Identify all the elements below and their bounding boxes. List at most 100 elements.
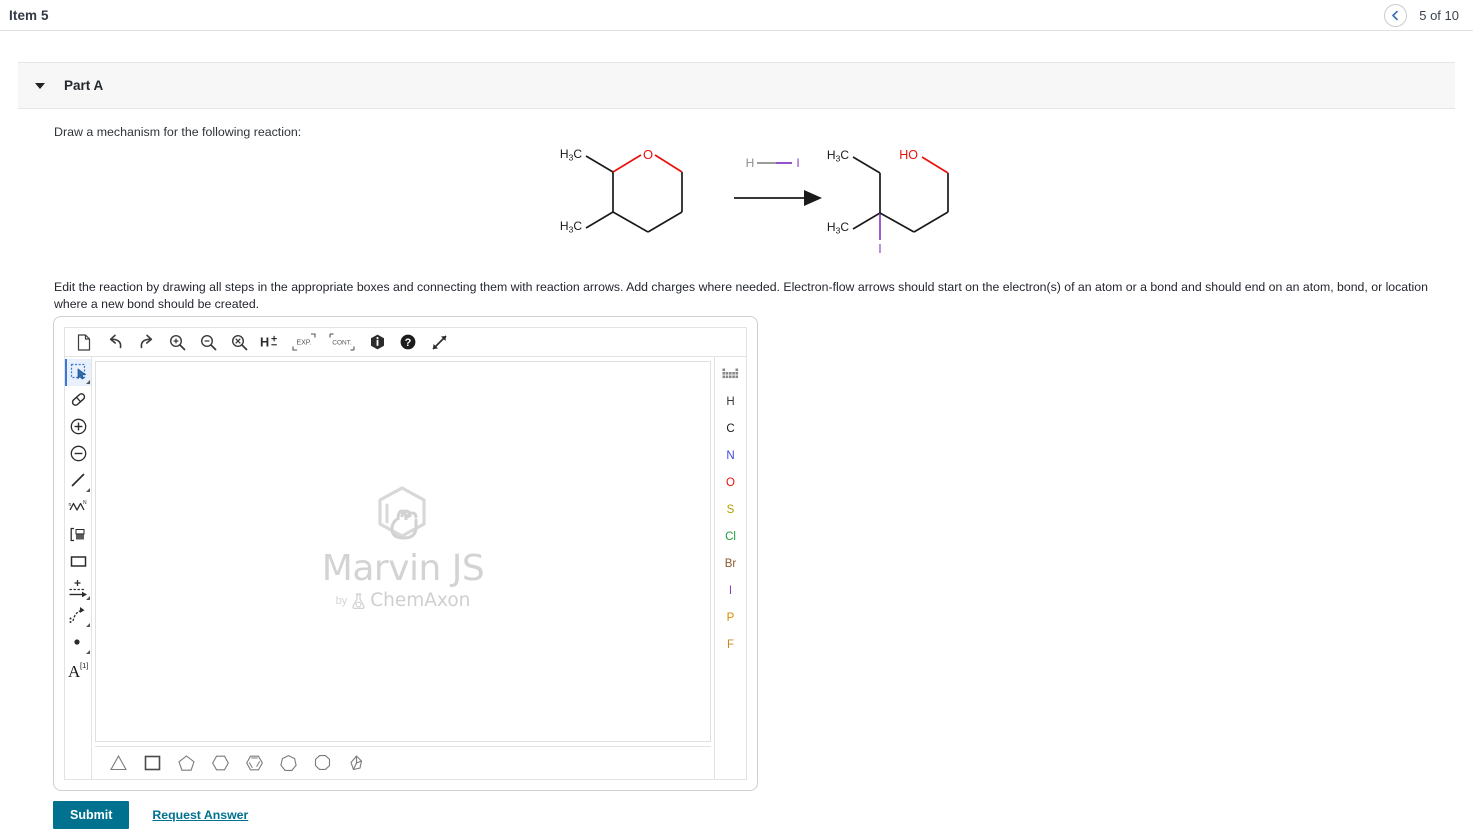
element-f[interactable]: F — [716, 631, 746, 658]
expand-icon[interactable]: EXP. — [291, 332, 317, 352]
element-o[interactable]: O — [716, 469, 746, 496]
zoom-out-icon[interactable] — [198, 332, 218, 352]
element-br[interactable]: Br — [716, 550, 746, 577]
cyclohexane-template-icon[interactable] — [209, 752, 231, 774]
cyclopentane-template-icon[interactable] — [175, 752, 197, 774]
svg-text:[1]: [1] — [80, 661, 88, 670]
svg-text:H3C: H3C — [560, 219, 582, 235]
reaction-arrow-tool-icon[interactable] — [65, 575, 91, 602]
fullscreen-icon[interactable] — [429, 332, 449, 352]
element-n[interactable]: N — [716, 442, 746, 469]
periodic-table-icon[interactable] — [716, 361, 746, 388]
marvin-editor: H EXP. CONT. ? n N A [1] Marvin JS by Ch… — [64, 327, 747, 780]
drawing-instructions: Edit the reaction by drawing all steps i… — [54, 280, 1428, 311]
element-n-label: N — [726, 449, 735, 462]
navigation-controls: 5 of 10 — [1384, 3, 1459, 27]
element-s-label: S — [726, 503, 735, 516]
bicyclic-template-icon[interactable] — [345, 752, 367, 774]
product-structure: H3C H3C HO I — [827, 148, 949, 256]
request-answer-link[interactable]: Request Answer — [152, 808, 248, 822]
item-progress: 5 of 10 — [1419, 7, 1459, 23]
electron-flow-arrow-tool-icon[interactable] — [65, 602, 91, 629]
element-p-label: P — [726, 611, 735, 624]
part-a-header[interactable]: Part A — [18, 62, 1455, 109]
increase-charge-icon[interactable] — [65, 413, 91, 440]
watermark-title: Marvin JS — [321, 548, 485, 589]
previous-item-button[interactable] — [1384, 3, 1408, 27]
cyclooctane-template-icon[interactable] — [311, 752, 333, 774]
reaction-scheme-svg: O H3C H3C H I H3C H3C HO I — [560, 147, 949, 256]
watermark-vendor-row: by ChemAxon — [336, 590, 471, 611]
marvin-editor-container: H EXP. CONT. ? n N A [1] Marvin JS by Ch… — [53, 316, 758, 791]
single-bond-tool-icon[interactable] — [65, 467, 91, 494]
svg-text:N: N — [83, 500, 87, 506]
bracket-tool-icon[interactable] — [65, 521, 91, 548]
decrease-charge-icon[interactable] — [65, 440, 91, 467]
eraser-tool-icon[interactable] — [65, 386, 91, 413]
editor-left-toolbar: nN A [1] — [65, 357, 92, 779]
benzene-template-icon[interactable] — [243, 752, 265, 774]
zoom-reset-icon[interactable] — [229, 332, 249, 352]
chain-tool-icon[interactable]: nN — [65, 494, 91, 521]
element-f-label: F — [726, 638, 735, 651]
element-cl-label: Cl — [725, 530, 736, 543]
lone-pair-tool-icon[interactable] — [65, 629, 91, 656]
element-c-label: C — [726, 422, 735, 435]
submit-button[interactable]: Submit — [53, 801, 130, 829]
element-c[interactable]: C — [716, 415, 746, 442]
cycloheptane-template-icon[interactable] — [277, 752, 299, 774]
editor-top-toolbar: H EXP. CONT. ? — [65, 328, 746, 357]
element-s[interactable]: S — [716, 496, 746, 523]
drawing-canvas[interactable]: Marvin JS by ChemAxon — [95, 361, 711, 742]
reaction-arrow — [734, 190, 822, 206]
svg-text:HO: HO — [899, 148, 918, 162]
tool-expand-corner[interactable] — [86, 623, 90, 627]
cyclopropane-template-icon[interactable] — [107, 752, 129, 774]
marvin-watermark: Marvin JS by ChemAxon — [321, 484, 485, 611]
svg-text:H: H — [746, 156, 755, 170]
svg-text:EXP.: EXP. — [296, 340, 311, 347]
svg-text:I: I — [796, 156, 799, 170]
chevron-left-icon — [1392, 10, 1399, 20]
answer-actions: Submit Request Answer — [53, 801, 248, 829]
tool-expand-corner[interactable] — [86, 596, 90, 600]
watermark-vendor: ChemAxon — [370, 590, 471, 611]
redo-icon[interactable] — [136, 332, 156, 352]
element-h-label: H — [726, 395, 735, 408]
question-prompt: Draw a mechanism for the following react… — [54, 125, 302, 139]
page-title: Item 5 — [9, 7, 49, 23]
svg-text:I: I — [878, 242, 881, 256]
element-o-label: O — [726, 476, 735, 489]
element-i-label: I — [728, 584, 733, 597]
top-bar: Item 5 5 of 10 — [0, 0, 1473, 31]
svg-text:H3C: H3C — [827, 220, 849, 236]
part-a-label: Part A — [64, 78, 104, 93]
chemaxon-flask-icon — [352, 592, 365, 609]
watermark-by-label: by — [335, 594, 348, 607]
tool-expand-corner[interactable] — [86, 380, 90, 384]
cyclobutane-template-icon[interactable] — [141, 752, 163, 774]
element-palette: H C N O S Cl Br I P F — [714, 357, 746, 779]
tool-expand-corner[interactable] — [86, 650, 90, 654]
element-p[interactable]: P — [716, 604, 746, 631]
info-icon[interactable] — [367, 332, 387, 352]
caret-down-icon[interactable] — [35, 82, 45, 89]
selection-tool-icon[interactable] — [65, 359, 91, 386]
element-br-label: Br — [724, 557, 737, 570]
element-i[interactable]: I — [716, 577, 746, 604]
svg-text:O: O — [643, 147, 653, 162]
svg-text:CONT.: CONT. — [332, 340, 352, 347]
svg-text:H: H — [260, 334, 269, 349]
zoom-in-icon[interactable] — [167, 332, 187, 352]
svg-text:H3C: H3C — [560, 147, 582, 163]
atom-label-tool-icon[interactable]: A [1] — [65, 656, 91, 683]
help-icon[interactable]: ? — [398, 332, 418, 352]
element-cl[interactable]: Cl — [716, 523, 746, 550]
tool-expand-corner[interactable] — [86, 488, 90, 492]
contract-icon[interactable]: CONT. — [328, 332, 356, 352]
hydrogen-toggle-icon[interactable]: H — [260, 332, 280, 352]
rectangle-tool-icon[interactable] — [65, 548, 91, 575]
element-h[interactable]: H — [716, 388, 746, 415]
new-document-icon[interactable] — [74, 332, 94, 352]
undo-icon[interactable] — [105, 332, 125, 352]
